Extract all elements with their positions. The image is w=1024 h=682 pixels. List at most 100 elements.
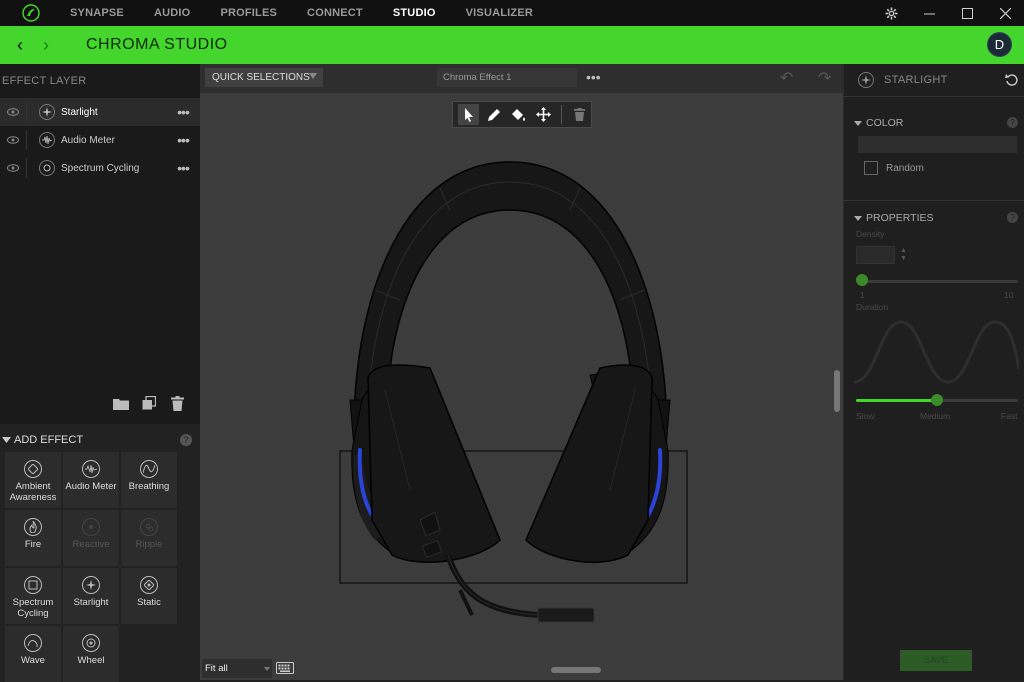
save-button[interactable]: SAVE: [900, 650, 972, 671]
left-panel: EFFECT LAYER Starlight ••• Audio Meter •…: [0, 64, 200, 682]
divider: [26, 158, 27, 178]
tile-label: Wheel: [77, 655, 105, 666]
visibility-eye-icon[interactable]: [0, 136, 26, 144]
paint-bucket-icon[interactable]: [508, 104, 529, 125]
layer-item[interactable]: Audio Meter •••: [0, 126, 200, 154]
fire-icon: [24, 518, 42, 536]
layer-name: Audio Meter: [61, 134, 115, 146]
top-nav-bar: SYNAPSE AUDIO PROFILES CONNECT STUDIO VI…: [0, 0, 1024, 26]
help-icon[interactable]: ?: [1007, 212, 1018, 223]
starlight-icon: [39, 104, 55, 120]
help-icon[interactable]: ?: [1007, 117, 1018, 128]
density-slider-knob[interactable]: [856, 274, 868, 286]
tile-label: Wave: [21, 655, 45, 666]
effect-tile-starlight[interactable]: Starlight: [63, 568, 119, 624]
properties-heading: PROPERTIES: [866, 212, 934, 224]
select-pointer-icon[interactable]: [458, 104, 479, 125]
layer-item[interactable]: Spectrum Cycling •••: [0, 154, 200, 182]
minimize-icon[interactable]: [910, 0, 948, 26]
tile-label: Ripple: [135, 539, 163, 550]
duration-slider-knob[interactable]: [931, 394, 943, 406]
maximize-icon[interactable]: [948, 0, 986, 26]
effect-tile-wave[interactable]: Wave: [5, 626, 61, 682]
effect-more-icon[interactable]: •••: [586, 69, 601, 85]
duration-label: Duration: [856, 302, 889, 312]
ripple-icon: [140, 518, 158, 536]
starlight-icon: [858, 72, 874, 88]
effect-tile-fire[interactable]: Fire: [5, 510, 61, 566]
static-icon: [140, 576, 158, 594]
effect-name-field[interactable]: Chroma Effect 1: [437, 68, 577, 87]
tab-profiles[interactable]: PROFILES: [220, 7, 277, 19]
redo-icon[interactable]: ↷: [818, 68, 831, 88]
density-slider-track[interactable]: [862, 280, 1018, 283]
duration-wave-graph: [854, 320, 1019, 384]
quick-selections-dropdown[interactable]: QUICK SELECTIONS: [205, 68, 323, 87]
folder-icon[interactable]: [112, 394, 130, 412]
effect-tile-ambient-awareness[interactable]: Ambient Awareness: [5, 452, 61, 508]
color-picker-field[interactable]: [858, 136, 1017, 153]
layer-more-icon[interactable]: •••: [166, 104, 200, 120]
duplicate-icon[interactable]: [140, 394, 158, 412]
tab-visualizer[interactable]: VISUALIZER: [466, 7, 533, 19]
effect-tile-wheel[interactable]: Wheel: [63, 626, 119, 682]
speed-label-slow: Slow: [856, 411, 875, 421]
density-stepper-icon[interactable]: ▲ ▼: [900, 247, 907, 263]
move-arrows-icon[interactable]: [533, 104, 554, 125]
color-section-heading[interactable]: COLOR: [854, 117, 903, 129]
tile-label: Audio Meter: [65, 481, 117, 492]
layer-more-icon[interactable]: •••: [166, 160, 200, 176]
collapse-caret-icon: [854, 120, 862, 126]
effect-tile-ripple[interactable]: Ripple: [121, 510, 177, 566]
chevron-down-icon: [264, 667, 270, 671]
layer-toolbar: [112, 394, 186, 412]
zoom-dropdown[interactable]: Fit all: [202, 659, 272, 678]
wheel-icon: [82, 634, 100, 652]
layer-item[interactable]: Starlight •••: [0, 98, 200, 126]
visibility-eye-icon[interactable]: [0, 108, 26, 116]
vertical-scrollbar[interactable]: [834, 370, 840, 412]
forward-arrow-icon[interactable]: ›: [36, 35, 56, 56]
wave-icon: [24, 634, 42, 652]
settings-gear-icon[interactable]: [872, 0, 910, 26]
divider: [561, 105, 562, 124]
layer-name: Spectrum Cycling: [61, 162, 140, 174]
ambient-awareness-icon: [24, 460, 42, 478]
audio-meter-icon: [39, 132, 55, 148]
horizontal-scrollbar[interactable]: [551, 667, 601, 673]
properties-panel-header: STARLIGHT: [844, 64, 1024, 97]
spectrum-cycling-icon: [24, 576, 42, 594]
page-title: CHROMA STUDIO: [86, 36, 228, 53]
tab-studio[interactable]: STUDIO: [393, 7, 436, 19]
tile-label: Reactive: [72, 539, 110, 550]
speed-label-fast: Fast: [1001, 411, 1018, 421]
layer-more-icon[interactable]: •••: [166, 132, 200, 148]
effect-tile-reactive[interactable]: Reactive: [63, 510, 119, 566]
tile-label: Spectrum Cycling: [12, 597, 54, 619]
density-input[interactable]: [856, 246, 895, 264]
draw-toolbar: [452, 101, 592, 128]
effect-tile-breathing[interactable]: Breathing: [121, 452, 177, 508]
pencil-icon[interactable]: [483, 104, 504, 125]
close-icon[interactable]: [986, 0, 1024, 26]
tab-connect[interactable]: CONNECT: [307, 7, 363, 19]
trash-icon[interactable]: [168, 394, 186, 412]
random-checkbox[interactable]: [864, 161, 878, 175]
properties-section-heading[interactable]: PROPERTIES: [854, 212, 934, 224]
razer-logo-icon[interactable]: [18, 0, 44, 26]
avatar[interactable]: D: [987, 32, 1012, 57]
duration-slider-fill: [856, 399, 937, 402]
headset-device-illustration[interactable]: [300, 150, 720, 630]
effect-tile-audio-meter[interactable]: Audio Meter: [63, 452, 119, 508]
undo-icon[interactable]: ↶: [780, 68, 793, 88]
help-icon[interactable]: ?: [180, 434, 192, 446]
tab-synapse[interactable]: SYNAPSE: [70, 7, 124, 19]
tab-audio[interactable]: AUDIO: [154, 7, 190, 19]
keyboard-icon[interactable]: [276, 662, 294, 674]
reset-icon[interactable]: [1005, 73, 1019, 87]
effect-tile-static[interactable]: Static: [121, 568, 177, 624]
effect-tile-spectrum-cycling[interactable]: Spectrum Cycling: [5, 568, 61, 624]
trash-icon[interactable]: [569, 104, 590, 125]
visibility-eye-icon[interactable]: [0, 164, 26, 172]
back-arrow-icon[interactable]: ‹: [10, 35, 30, 56]
